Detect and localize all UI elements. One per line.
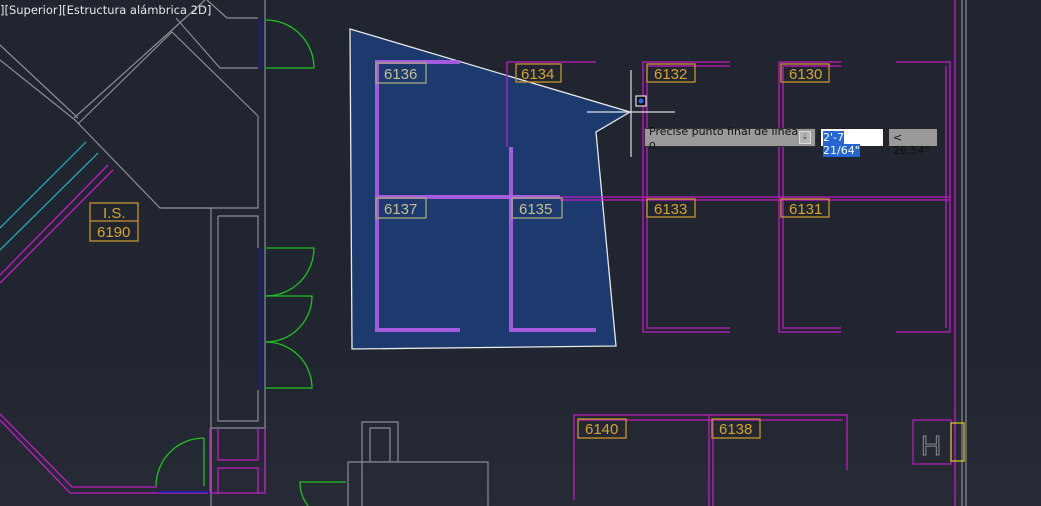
angle-input[interactable]: < 26.54°: [888, 128, 938, 157]
dynamic-input-prompt: Precise punto final de línea o ⇣: [644, 125, 816, 151]
drawing-canvas[interactable]: 6136 6134 6132 6130 6137 6135 6133 6131 …: [0, 0, 1041, 506]
svg-text:6136: 6136: [384, 66, 417, 83]
viewport-controls-label[interactable]: ][Superior][Estructura alámbrica 2D]: [0, 3, 211, 17]
prompt-text: Precise punto final de línea o: [649, 124, 799, 151]
arrow-down-icon[interactable]: ⇣: [798, 131, 811, 144]
room-label-6131[interactable]: 6131: [780, 198, 830, 218]
svg-text:6140: 6140: [585, 421, 618, 438]
svg-text:6137: 6137: [384, 201, 417, 218]
svg-text:6134: 6134: [521, 66, 554, 83]
svg-text:6132: 6132: [654, 66, 687, 83]
svg-text:6135: 6135: [519, 201, 552, 218]
room-label-6134[interactable]: 6134: [515, 63, 562, 83]
svg-text:6133: 6133: [654, 201, 687, 218]
svg-text:H: H: [921, 430, 941, 461]
svg-text:6190: 6190: [97, 224, 130, 241]
svg-text:I.S.: I.S.: [103, 205, 126, 222]
distance-input[interactable]: 2'-7 21/64": [820, 128, 884, 157]
svg-text:6130: 6130: [789, 66, 822, 83]
room-label-6130[interactable]: 6130: [780, 63, 830, 83]
distance-value[interactable]: 2'-7 21/64": [823, 131, 860, 157]
svg-text:6138: 6138: [719, 421, 752, 438]
svg-text:6131: 6131: [789, 201, 822, 218]
